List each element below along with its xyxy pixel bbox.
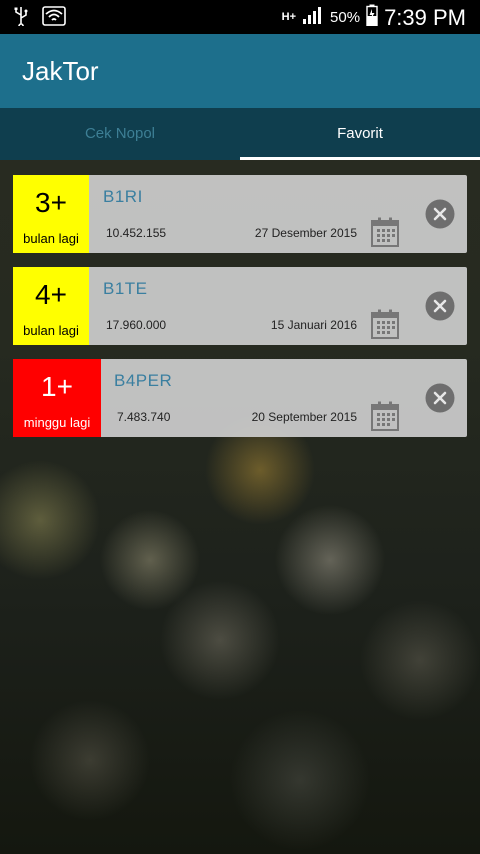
tax-amount: 7.483.740: [117, 410, 171, 424]
tax-amount: 10.452.155: [106, 226, 167, 240]
usb-icon: [14, 6, 28, 31]
app-bar: JakTor: [0, 34, 480, 108]
favorite-card[interactable]: 4+ bulan lagi B1TE 17.960.000 15 Januari…: [13, 267, 467, 345]
tax-amount: 17.960.000: [106, 318, 167, 332]
app-title: JakTor: [22, 56, 99, 86]
badge-unit: bulan lagi: [23, 323, 79, 338]
badge-unit: bulan lagi: [23, 231, 79, 246]
due-date: 20 September 2015: [251, 410, 357, 424]
remove-favorite-icon[interactable]: [425, 291, 455, 321]
battery-percent: 50%: [330, 9, 361, 26]
plate-number: B1TE: [103, 279, 148, 298]
remaining-time-badge: 3+ bulan lagi: [13, 175, 89, 253]
due-date: 27 Desember 2015: [254, 226, 357, 240]
clock: 7:39 PM: [384, 4, 466, 30]
calendar-icon[interactable]: [371, 217, 399, 247]
badge-number: 1+: [41, 371, 73, 402]
due-date: 15 Januari 2016: [270, 318, 357, 332]
wifi-icon: [42, 6, 66, 31]
favorite-card[interactable]: 1+ minggu lagi B4PER 7.483.740 20 Septem…: [13, 359, 467, 437]
plate-number: B1RI: [103, 187, 143, 206]
favorite-card[interactable]: 3+ bulan lagi B1RI 10.452.155 27 Desembe…: [13, 175, 467, 253]
tab-cek-nopol[interactable]: Cek Nopol: [0, 108, 240, 160]
calendar-icon[interactable]: [371, 401, 399, 431]
badge-unit: minggu lagi: [23, 415, 91, 430]
badge-number: 3+: [35, 187, 67, 218]
selected-tab-indicator: [240, 157, 480, 160]
remove-favorite-icon[interactable]: [425, 199, 455, 229]
remove-favorite-icon[interactable]: [425, 383, 455, 413]
calendar-icon[interactable]: [371, 309, 399, 339]
remaining-time-badge: 1+ minggu lagi: [13, 359, 101, 437]
remaining-time-badge: 4+ bulan lagi: [13, 267, 89, 345]
badge-number: 4+: [35, 279, 67, 310]
battery-icon: [366, 4, 378, 31]
plate-number: B4PER: [114, 371, 173, 390]
tab-bar: Cek Nopol Favorit: [0, 108, 480, 160]
tab-favorit[interactable]: Favorit: [240, 108, 480, 160]
status-bar: H+ 50% 7:39 PM: [0, 0, 480, 34]
network-type-label: H+: [281, 11, 297, 23]
signal-icon: [302, 5, 324, 30]
